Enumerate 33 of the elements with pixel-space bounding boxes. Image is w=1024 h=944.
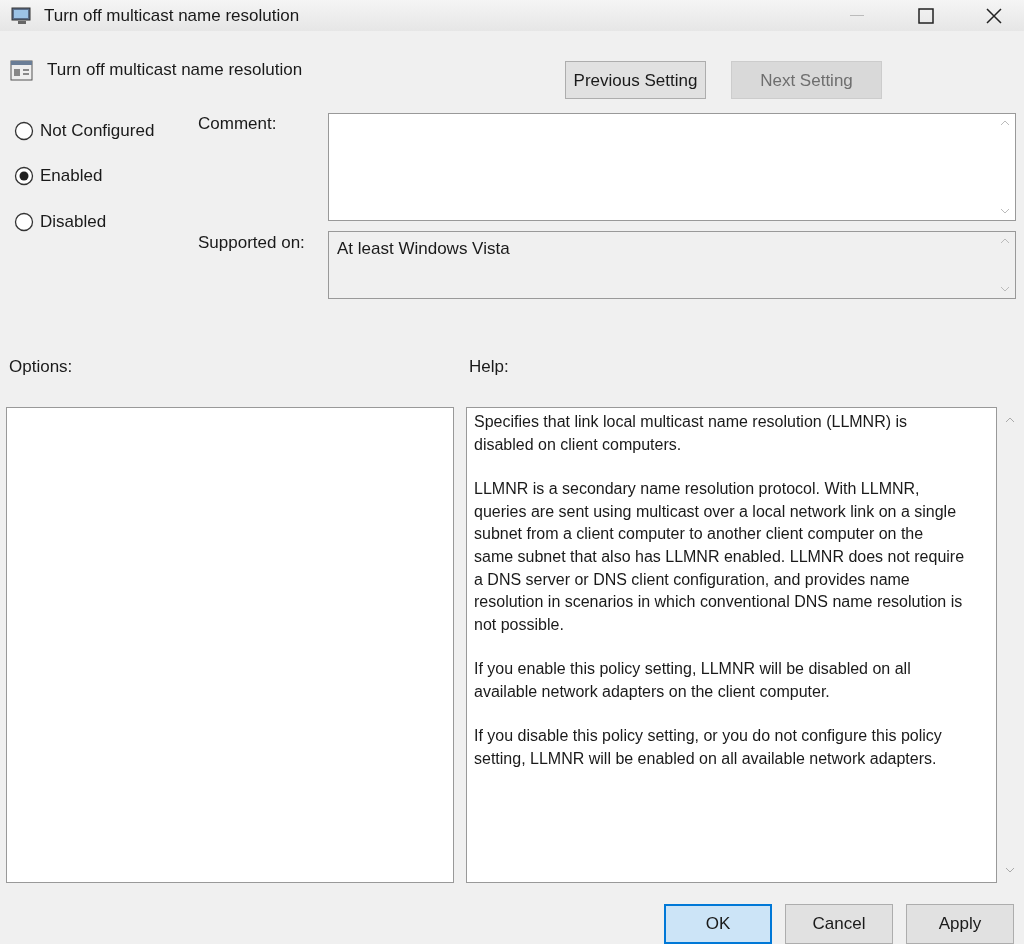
scroll-up-icon[interactable] xyxy=(1005,416,1015,423)
scroll-up-icon[interactable] xyxy=(1000,237,1010,244)
radio-label[interactable]: Disabled xyxy=(40,208,107,235)
radio-label[interactable]: Not Configured xyxy=(40,117,155,144)
help-paragraph: If you disable this policy setting, or you do not configure this policy setting, LLMNR will be enabled on all available network adapters. xyxy=(474,726,943,770)
window-title: Turn off multicast name resolution xyxy=(44,4,300,27)
help-label: Help: xyxy=(469,356,509,379)
comment-field[interactable] xyxy=(328,112,1016,221)
scroll-down-icon[interactable] xyxy=(1000,285,1010,292)
dialog-button[interactable]: Apply xyxy=(906,904,1014,944)
scroll-up-icon[interactable] xyxy=(1000,119,1010,126)
minimize-icon[interactable] xyxy=(850,14,864,17)
close-icon[interactable] xyxy=(986,7,1002,24)
radio-label[interactable]: Enabled xyxy=(40,163,103,189)
setting-nav-button[interactable]: Previous Setting xyxy=(565,61,706,100)
radio-button[interactable] xyxy=(14,166,34,186)
dialog-button[interactable]: OK xyxy=(664,904,772,944)
dialog-button[interactable]: Cancel xyxy=(785,904,893,944)
help-paragraph: LLMNR is a secondary name resolution protocol. With LLMNR, queries are sent using multicast over a local network link on a single subnet from a client computer to another client computer on the same subnet that also has LLMNR enabled. LLMNR does not require a DNS server or DNS client configuration, and provides name resolution in scenarios in which conventional DNS name resolution is not possible. xyxy=(474,479,966,635)
options-label: Options: xyxy=(8,356,74,379)
scroll-down-icon[interactable] xyxy=(1000,207,1010,214)
maximize-icon[interactable] xyxy=(918,7,934,24)
help-paragraph: Specifies that link local multicast name resolution (LLMNR) is disabled on client computers. xyxy=(474,411,909,455)
radio-button[interactable] xyxy=(14,211,34,232)
policy-icon xyxy=(10,59,34,84)
radio-button[interactable] xyxy=(14,120,34,141)
scroll-down-icon[interactable] xyxy=(1005,867,1015,873)
help-paragraph: If you enable this policy setting, LLMNR will be disabled on all available network adapters on the client computer. xyxy=(474,659,912,702)
comment-label: Comment: xyxy=(198,112,278,135)
computer-icon xyxy=(10,5,34,26)
supported-on-label: Supported on: xyxy=(198,232,306,255)
supported-on-value: At least Windows Vista xyxy=(336,237,511,260)
policy-title: Turn off multicast name resolution xyxy=(47,59,303,82)
